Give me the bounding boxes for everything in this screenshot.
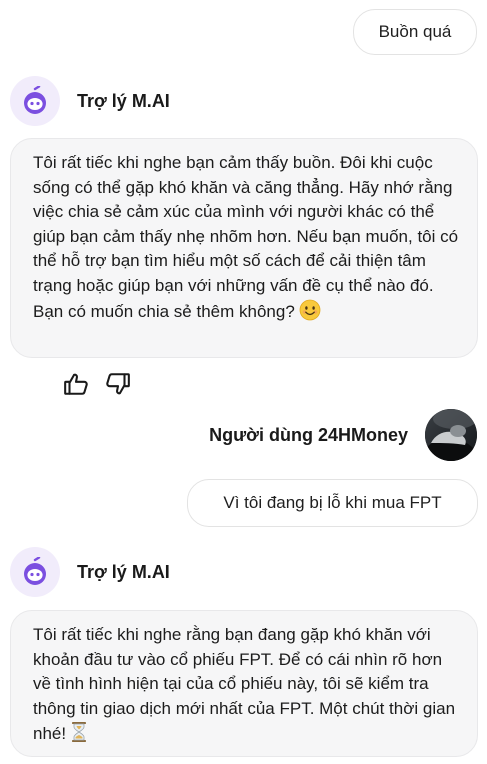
assistant-header: Trợ lý M.AI (10, 76, 170, 126)
thumbs-up-button[interactable] (62, 370, 90, 398)
thumbs-down-button[interactable] (104, 370, 132, 398)
assistant-avatar (10, 76, 60, 126)
user-avatar (425, 409, 477, 461)
thumbs-up-icon (64, 373, 88, 395)
assistant-avatar (10, 547, 60, 597)
assistant-message-text: Tôi rất tiếc khi nghe bạn cảm thấy buồn.… (33, 153, 459, 321)
assistant-message-bubble: Tôi rất tiếc khi nghe rằng bạn đang gặp … (10, 610, 478, 757)
chat-thread: Buồn quá Trợ lý M.AI Tôi rất tiếc khi ng… (0, 0, 487, 764)
user-message-bubble: Buồn quá (353, 9, 477, 55)
assistant-name: Trợ lý M.AI (77, 90, 170, 111)
assistant-message-bubble: Tôi rất tiếc khi nghe bạn cảm thấy buồn.… (10, 138, 478, 358)
robot-face-icon (24, 557, 46, 585)
user-header: Người dùng 24HMoney (209, 409, 477, 461)
user-message-text: Buồn quá (378, 22, 452, 41)
robot-face-icon (24, 86, 46, 114)
assistant-name: Trợ lý M.AI (77, 561, 170, 582)
assistant-header: Trợ lý M.AI (10, 547, 170, 597)
user-name: Người dùng 24HMoney (209, 424, 408, 445)
user-message-bubble: Vì tôi đang bị lỗ khi mua FPT (187, 479, 478, 527)
thumbs-down-icon (106, 373, 130, 395)
user-message-text: Vì tôi đang bị lỗ khi mua FPT (223, 493, 442, 512)
user-photo-avatar (425, 409, 477, 461)
assistant-message-text: Tôi rất tiếc khi nghe rằng bạn đang gặp … (33, 625, 456, 744)
smiling-face-icon (299, 299, 321, 329)
hourglass-icon (70, 721, 88, 751)
feedback-actions (62, 370, 132, 398)
